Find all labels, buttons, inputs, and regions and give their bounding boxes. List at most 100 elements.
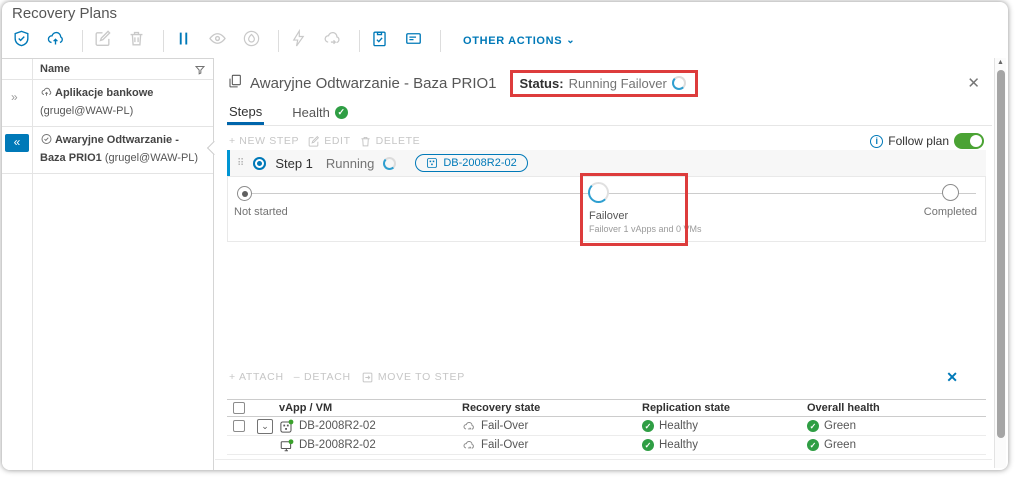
- edit-step-label: EDIT: [324, 135, 350, 147]
- expand-row-icon[interactable]: »: [11, 89, 18, 106]
- other-actions-label: OTHER ACTIONS: [463, 35, 562, 47]
- overall-health-value: Green: [824, 420, 856, 432]
- detail-header: Awaryjne Odtwarzanie - Baza PRIO1 Status…: [227, 66, 986, 100]
- vapp-icon: [426, 157, 438, 169]
- detail-title: Awaryjne Odtwarzanie - Baza PRIO1: [250, 75, 497, 92]
- vertical-scrollbar[interactable]: ▲: [994, 58, 1006, 468]
- flame-icon: [242, 29, 261, 53]
- toolbar-divider: [82, 30, 83, 52]
- chevron-down-icon: ⌄: [566, 38, 575, 44]
- follow-plan-label: Follow plan: [888, 134, 949, 148]
- close-icon[interactable]: ✕: [967, 74, 986, 92]
- detach-button[interactable]: – DETACH: [294, 371, 351, 383]
- recovery-plan-toolbar: OTHER ACTIONS ⌄: [12, 26, 575, 56]
- toolbar-divider: [163, 30, 164, 52]
- vapp-name: DB-2008R2-02: [299, 420, 376, 432]
- cloud-upload-icon: [40, 86, 53, 104]
- summary-card-button[interactable]: [404, 28, 438, 54]
- trash-icon: [359, 135, 372, 148]
- table-row-vm[interactable]: DB-2008R2-02 Fail-Over ✓Healthy ✓Green: [227, 436, 986, 455]
- health-check-icon: ✓: [335, 106, 348, 119]
- replication-state-value: Healthy: [659, 420, 698, 432]
- report-button[interactable]: [370, 28, 404, 54]
- edit-plan-button[interactable]: [93, 28, 127, 54]
- collapse-row-button[interactable]: «: [5, 134, 29, 152]
- milestone-completed-label: Completed: [924, 206, 977, 218]
- other-actions-menu[interactable]: OTHER ACTIONS ⌄: [463, 35, 575, 47]
- sidebar-item-awaryjne-odtwarzanie[interactable]: « Awaryjne Odtwarzanie - Baza PRIO1 (gru…: [2, 127, 213, 174]
- green-check-icon: ✓: [807, 439, 819, 451]
- scroll-up-arrow-icon[interactable]: ▲: [997, 59, 1004, 66]
- col-vapp-vm: vApp / VM: [279, 402, 462, 414]
- overall-health-value: Green: [824, 439, 856, 451]
- step-state: Running: [326, 156, 374, 171]
- tab-steps-label: Steps: [229, 104, 262, 119]
- vapp-table: vApp / VM Recovery state Replication sta…: [227, 399, 986, 455]
- filter-icon[interactable]: [194, 63, 206, 75]
- table-header-row: vApp / VM Recovery state Replication sta…: [227, 399, 986, 417]
- edit-icon: [307, 135, 320, 148]
- detach-label: – DETACH: [294, 371, 351, 383]
- info-icon[interactable]: i: [870, 135, 883, 148]
- failover-button[interactable]: [289, 28, 323, 54]
- sidebar-item-aplikacje-bankowe[interactable]: » Aplikacje bankowe (grugel@WAW-PL): [2, 80, 213, 127]
- page-title: Recovery Plans: [12, 5, 117, 22]
- row-checkbox[interactable]: [233, 420, 245, 432]
- table-row-vapp[interactable]: ⌄ DB-2008R2-02 Fail-Over ✓Healthy ✓Green: [227, 417, 986, 436]
- delete-plan-button[interactable]: [127, 28, 161, 54]
- plan-owner: (grugel@WAW-PL): [105, 152, 198, 164]
- move-to-step-label: MOVE TO STEP: [378, 371, 465, 383]
- cloud-sync-button[interactable]: [323, 28, 357, 54]
- col-overall-health: Overall health: [807, 402, 986, 414]
- delete-step-label: DELETE: [376, 135, 421, 147]
- cloud-upload-icon: [46, 29, 65, 53]
- panel-bottom-divider: [215, 459, 992, 460]
- attach-button[interactable]: + ATTACH: [229, 371, 284, 383]
- recovery-state-value: Fail-Over: [481, 439, 528, 451]
- show-button[interactable]: [208, 28, 242, 54]
- vapp-badge[interactable]: DB-2008R2-02: [415, 154, 527, 172]
- new-step-button[interactable]: + NEW STEP: [229, 135, 299, 147]
- delete-step-button[interactable]: DELETE: [359, 135, 421, 148]
- migrate-button[interactable]: [46, 28, 80, 54]
- tab-steps[interactable]: Steps: [227, 103, 264, 125]
- green-check-icon: ✓: [807, 420, 819, 432]
- failover-cloud-icon: [462, 439, 476, 452]
- healthy-check-icon: ✓: [642, 439, 654, 451]
- step-spinner-icon: [383, 157, 396, 170]
- vm-running-icon: [279, 438, 294, 453]
- vapp-actions-bar: + ATTACH – DETACH MOVE TO STEP ✕: [229, 365, 982, 389]
- cloud-sync-icon: [323, 29, 342, 53]
- toolbar-divider: [278, 30, 279, 52]
- col-replication-state: Replication state: [642, 402, 807, 414]
- eye-icon: [208, 29, 227, 53]
- status-spinner-icon: [672, 76, 686, 90]
- toolbar-divider: [359, 30, 360, 52]
- milestone-completed-icon: [942, 184, 959, 201]
- pause-icon: [174, 29, 193, 53]
- toolbar-divider: [440, 30, 441, 52]
- move-to-step-button[interactable]: MOVE TO STEP: [361, 371, 465, 384]
- vm-name: DB-2008R2-02: [299, 439, 376, 451]
- step-card: ⠿ Step 1 Running DB-2008R2-02 Not starte…: [227, 150, 986, 242]
- scrollbar-thumb[interactable]: [997, 70, 1005, 438]
- failover-cloud-icon: [462, 420, 476, 433]
- plan-name: Aplikacje bankowe: [55, 87, 153, 99]
- chevron-down-icon[interactable]: ⌄: [257, 419, 273, 434]
- tab-health[interactable]: Health✓: [290, 103, 350, 125]
- clipboard-check-icon: [370, 29, 389, 53]
- clear-selection-icon[interactable]: ✕: [946, 369, 958, 386]
- plan-detail-panel: Awaryjne Odtwarzanie - Baza PRIO1 Status…: [215, 58, 992, 470]
- circle-check-icon: [40, 133, 53, 151]
- edit-step-button[interactable]: EDIT: [307, 135, 350, 148]
- follow-plan-toggle[interactable]: [954, 133, 984, 149]
- recovery-state-value: Fail-Over: [481, 420, 528, 432]
- pause-button[interactable]: [174, 28, 208, 54]
- follow-plan-control: i Follow plan: [870, 133, 984, 149]
- name-column-header: Name: [40, 63, 70, 75]
- test-cleanup-button[interactable]: [242, 28, 276, 54]
- select-all-checkbox[interactable]: [233, 402, 245, 414]
- milestone-not-started-icon: [237, 186, 252, 201]
- protect-button[interactable]: [12, 28, 46, 54]
- drag-handle-icon[interactable]: ⠿: [237, 158, 244, 169]
